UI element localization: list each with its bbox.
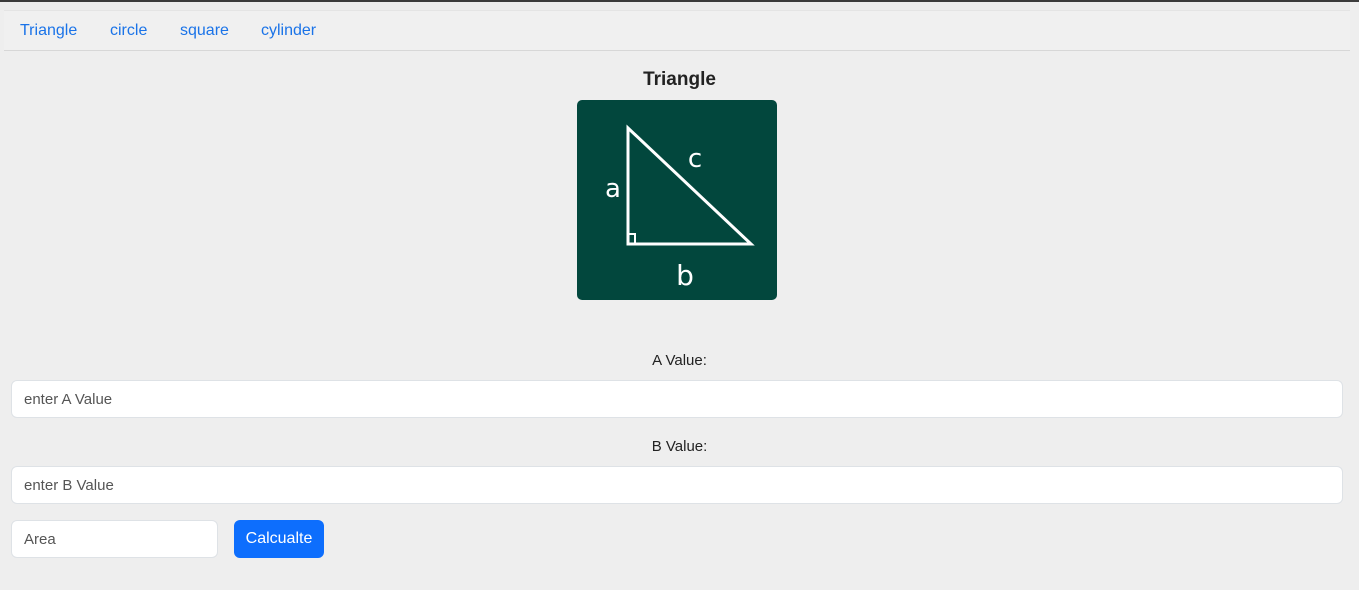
side-c-label: c [688, 144, 702, 174]
window-top-border [0, 0, 1359, 2]
a-value-label: A Value: [652, 352, 707, 369]
area-result-field[interactable] [11, 520, 218, 558]
nav-link-triangle[interactable]: Triangle [20, 22, 77, 40]
nav-link-square[interactable]: square [180, 22, 229, 40]
b-value-label: B Value: [651, 438, 708, 455]
shape-navbar: Triangle circle square cylinder [4, 10, 1350, 51]
side-a-label: a [605, 174, 621, 204]
b-value-input[interactable] [11, 466, 1343, 504]
page-title: Triangle [643, 69, 716, 90]
nav-link-cylinder[interactable]: cylinder [261, 22, 316, 40]
right-triangle-icon: a b c [605, 124, 755, 292]
triangle-diagram: a b c [577, 100, 777, 300]
side-b-label: b [676, 259, 694, 292]
a-value-input[interactable] [11, 380, 1343, 418]
calculate-button[interactable]: Calcualte [234, 520, 324, 558]
nav-link-circle[interactable]: circle [110, 22, 147, 40]
